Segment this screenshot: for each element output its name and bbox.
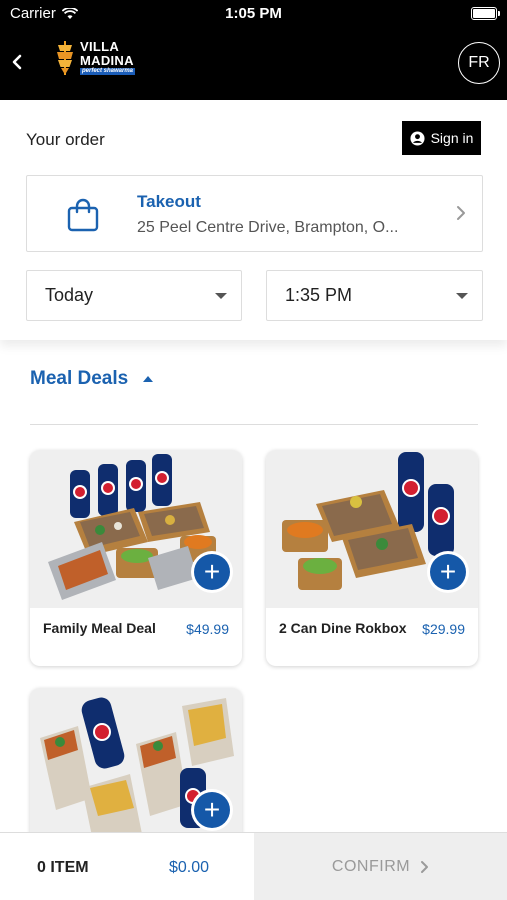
order-mode-title: Takeout <box>137 192 201 211</box>
brand-logo: VILLA MADINA perfect shawarma <box>54 39 136 75</box>
order-mode-card[interactable]: Takeout 25 Peel Centre Drive, Brampton, … <box>26 175 483 252</box>
add-to-cart-button[interactable]: + <box>430 554 466 590</box>
logo-line-1: VILLA <box>80 39 120 54</box>
status-time: 1:05 PM <box>225 5 282 22</box>
sign-in-label: Sign in <box>430 130 474 146</box>
product-price: $29.99 <box>422 621 465 637</box>
nav-bar: VILLA MADINA perfect shawarma FR <box>0 28 507 100</box>
product-price: $49.99 <box>186 621 229 637</box>
shopping-bag-icon <box>67 198 99 232</box>
your-order-heading: Your order <box>26 130 105 149</box>
dropdown-caret-icon <box>456 293 468 299</box>
chevron-right-icon <box>421 861 429 873</box>
status-bar: Carrier 1:05 PM <box>0 0 507 28</box>
shawarma-logo-icon <box>57 40 73 75</box>
add-to-cart-button[interactable]: + <box>194 792 230 828</box>
cart-bar: 0 ITEM $0.00 CONFIRM <box>0 832 507 900</box>
sign-in-button[interactable]: Sign in <box>402 121 481 155</box>
order-panel: Your order Sign in Takeout 25 Peel Centr… <box>0 100 507 340</box>
store-address: 25 Peel Centre Drive, Brampton, O... <box>137 219 399 236</box>
category-divider <box>30 424 478 425</box>
add-to-cart-button[interactable]: + <box>194 554 230 590</box>
confirm-label: CONFIRM <box>331 858 411 875</box>
pickup-time-value: 1:35 PM <box>285 285 353 305</box>
category-header-meal-deals[interactable]: Meal Deals <box>30 368 154 390</box>
logo-line-2: MADINA <box>80 53 134 68</box>
product-name: 2 Can Dine Rokbox <box>279 620 407 636</box>
logo-tagline: perfect shawarma <box>80 68 136 75</box>
pickup-time-select[interactable]: 1:35 PM <box>266 270 483 321</box>
pickup-day-value: Today <box>45 285 94 305</box>
menu-area: Meal Deals + Family Meal Deal $49.99 + 2… <box>0 340 507 832</box>
pickup-day-select[interactable]: Today <box>26 270 242 321</box>
category-title: Meal Deals <box>30 368 129 389</box>
chevron-right-icon <box>457 206 465 220</box>
user-circle-icon <box>410 130 425 146</box>
battery-icon <box>471 7 500 20</box>
cart-item-count: 0 ITEM <box>37 859 89 876</box>
caret-up-icon <box>143 376 154 382</box>
product-name: Family Meal Deal <box>43 620 156 636</box>
dropdown-caret-icon <box>215 293 227 299</box>
cart-summary[interactable]: 0 ITEM $0.00 <box>0 833 253 900</box>
brand-wordmark: VILLA MADINA perfect shawarma <box>80 39 136 75</box>
cart-total: $0.00 <box>169 859 210 876</box>
confirm-button[interactable]: CONFIRM <box>254 833 507 900</box>
back-button[interactable] <box>6 48 28 76</box>
chevron-left-icon <box>12 54 22 70</box>
language-toggle-button[interactable]: FR <box>458 42 500 84</box>
product-card-3[interactable]: + <box>30 688 242 832</box>
product-card-family-meal-deal[interactable]: + Family Meal Deal $49.99 <box>30 450 242 666</box>
product-card-2-can-dine-rokbox[interactable]: + 2 Can Dine Rokbox $29.99 <box>266 450 478 666</box>
